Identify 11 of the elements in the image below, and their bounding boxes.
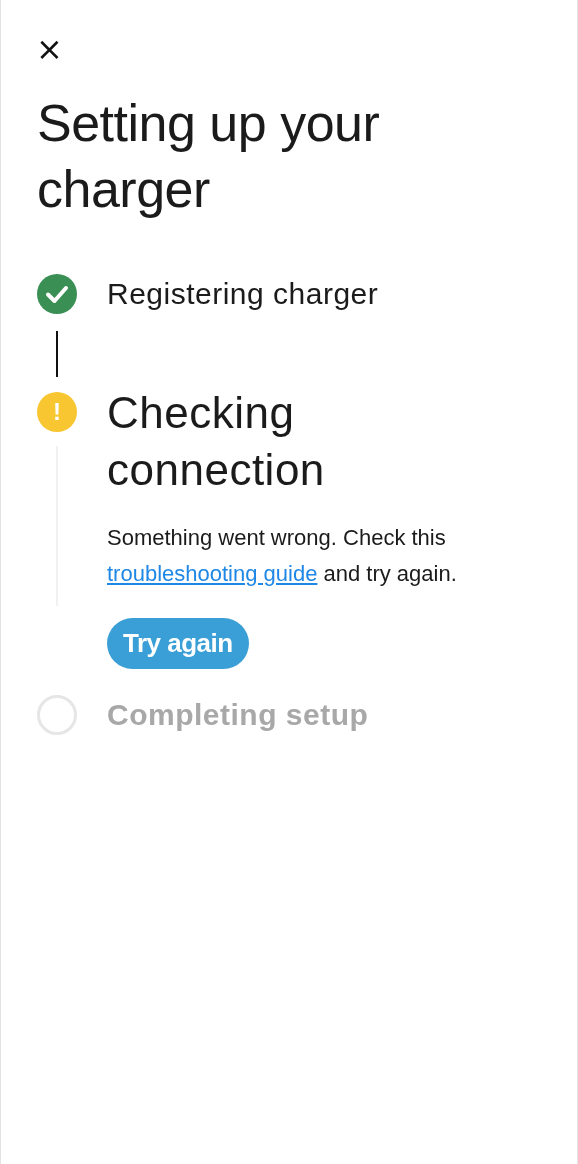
check-circle-icon [37,274,77,314]
empty-circle-icon [37,695,77,735]
step-label: Completing setup [107,697,370,733]
warning-icon: ! [37,392,77,432]
troubleshooting-link[interactable]: troubleshooting guide [107,561,318,586]
try-again-button[interactable]: Try again [107,618,249,669]
step-label: Registering charger [107,276,380,312]
page-title: Setting up your charger [37,93,381,220]
close-button[interactable]: × [36,30,63,68]
error-message: Something went wrong. Check this troubleshooting guide and try again. [107,524,458,588]
step-heading: Checking connection [107,387,326,496]
